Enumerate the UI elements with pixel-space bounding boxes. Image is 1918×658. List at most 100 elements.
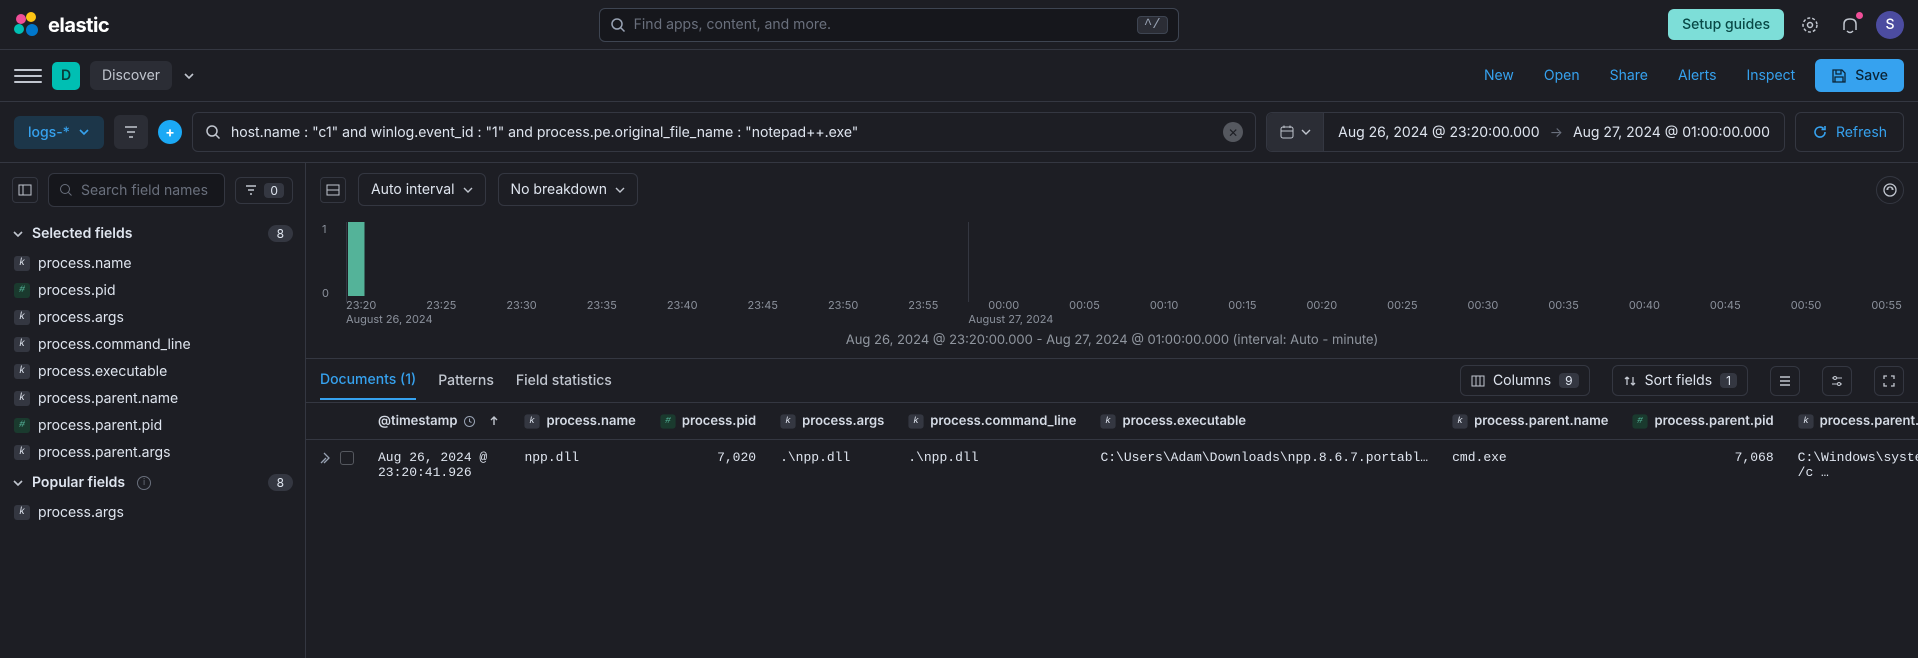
table-header-parent-pid[interactable]: #process.parent.pid bbox=[1620, 403, 1785, 440]
sliders-icon bbox=[1830, 374, 1844, 388]
documents-table: @timestamp kprocess.name #process.pid kp… bbox=[306, 402, 1918, 658]
expand-row-icon[interactable] bbox=[318, 450, 334, 466]
add-filter-button[interactable]: + bbox=[158, 115, 182, 149]
help-icon[interactable] bbox=[1796, 11, 1824, 39]
tab-field-statistics[interactable]: Field statistics bbox=[516, 362, 612, 399]
setup-guides-button[interactable]: Setup guides bbox=[1668, 9, 1784, 40]
sort-fields-button[interactable]: Sort fields 1 bbox=[1612, 365, 1748, 396]
tab-patterns[interactable]: Patterns bbox=[438, 362, 494, 399]
histogram-gridline bbox=[968, 222, 969, 302]
table-header-timestamp[interactable]: @timestamp bbox=[366, 403, 512, 440]
refresh-icon bbox=[1812, 124, 1828, 140]
field-search-input[interactable]: Search field names bbox=[48, 173, 225, 207]
x-tick: 00:45 bbox=[1710, 298, 1741, 312]
elastic-logo[interactable]: elastic bbox=[14, 12, 109, 38]
table-header-process-cmdline[interactable]: kprocess.command_line bbox=[896, 403, 1088, 440]
user-avatar[interactable]: S bbox=[1876, 11, 1904, 39]
columns-button[interactable]: Columns 9 bbox=[1460, 365, 1590, 396]
sort-count: 1 bbox=[1720, 373, 1737, 388]
field-item[interactable]: #process.parent.pid bbox=[6, 412, 299, 439]
selected-fields-list: kprocess.name#process.pidkprocess.argskp… bbox=[0, 250, 305, 466]
clear-query-button[interactable]: ✕ bbox=[1223, 122, 1243, 142]
table-header-parent-args[interactable]: kprocess.parent.args bbox=[1786, 403, 1918, 440]
inspect-button[interactable]: Inspect bbox=[1736, 61, 1805, 90]
filter-button[interactable] bbox=[114, 115, 148, 149]
chevron-down-icon bbox=[1301, 127, 1311, 137]
time-picker[interactable]: Aug 26, 2024 @ 23:20:00.000 → Aug 27, 20… bbox=[1266, 112, 1785, 152]
th-timestamp-label: @timestamp bbox=[378, 413, 457, 429]
data-view-selector[interactable]: logs-* bbox=[14, 116, 104, 149]
field-item[interactable]: kprocess.name bbox=[6, 250, 299, 277]
table-row[interactable]: Aug 26, 2024 @ 23:20:41.926npp.dll7,020.… bbox=[306, 440, 1918, 491]
query-input[interactable]: host.name : "c1" and winlog.event_id : "… bbox=[192, 112, 1256, 152]
table-header-parent-name[interactable]: kprocess.parent.name bbox=[1440, 403, 1620, 440]
sidebar-head: Search field names 0 bbox=[0, 163, 305, 217]
selected-fields-title: Selected fields bbox=[32, 225, 132, 242]
field-item[interactable]: kprocess.executable bbox=[6, 358, 299, 385]
info-icon[interactable]: i bbox=[137, 476, 151, 490]
collapse-sidebar-button[interactable] bbox=[12, 177, 38, 203]
x-sublabel-left: August 26, 2024 bbox=[346, 312, 433, 326]
field-name: process.executable bbox=[38, 363, 167, 380]
alerts-button[interactable]: Alerts bbox=[1668, 61, 1727, 90]
field-item[interactable]: kprocess.parent.name bbox=[6, 385, 299, 412]
selected-fields-header[interactable]: Selected fields 8 bbox=[0, 217, 305, 250]
panel-icon bbox=[18, 183, 32, 197]
tab-documents[interactable]: Documents (1) bbox=[320, 361, 416, 400]
x-tick: 00:40 bbox=[1629, 298, 1660, 312]
newsfeed-icon[interactable] bbox=[1836, 11, 1864, 39]
y-tick-1: 1 bbox=[322, 222, 326, 236]
open-button[interactable]: Open bbox=[1534, 61, 1590, 90]
table-header-process-name[interactable]: kprocess.name bbox=[512, 403, 647, 440]
table-cell: C:\Windows\system32\cmd.exe /c … bbox=[1786, 440, 1918, 491]
save-button[interactable]: Save bbox=[1815, 59, 1904, 92]
popular-fields-title: Popular fields bbox=[32, 474, 125, 491]
histogram-controls: Auto interval No breakdown bbox=[306, 163, 1918, 216]
search-icon bbox=[205, 124, 221, 140]
fullscreen-button[interactable] bbox=[1874, 366, 1904, 396]
table-header-controls bbox=[306, 403, 366, 440]
content-column: Auto interval No breakdown 1 0 23:2023:2… bbox=[306, 163, 1918, 658]
global-search-input[interactable]: Find apps, content, and more. ^/ bbox=[599, 8, 1179, 42]
table-header-process-exec[interactable]: kprocess.executable bbox=[1088, 403, 1440, 440]
app-chevron-down-icon[interactable] bbox=[182, 69, 196, 83]
nav-toggle-button[interactable] bbox=[14, 62, 42, 90]
fields-sidebar: Search field names 0 Selected fields 8 k… bbox=[0, 163, 306, 658]
number-type-icon: # bbox=[14, 418, 30, 433]
table-header-process-pid[interactable]: #process.pid bbox=[648, 403, 768, 440]
save-icon bbox=[1831, 68, 1847, 84]
histogram-chart[interactable]: 1 0 23:2023:2523:3023:3523:4023:4523:502… bbox=[306, 216, 1918, 326]
field-name: process.args bbox=[38, 309, 124, 326]
share-button[interactable]: Share bbox=[1600, 61, 1658, 90]
field-item[interactable]: kprocess.args bbox=[6, 499, 299, 526]
settings-button[interactable] bbox=[1822, 366, 1852, 396]
display-options-button[interactable] bbox=[1770, 366, 1800, 396]
field-name: process.name bbox=[38, 255, 132, 272]
table-cell: Aug 26, 2024 @ 23:20:41.926 bbox=[366, 440, 512, 491]
new-button[interactable]: New bbox=[1474, 61, 1524, 90]
breakdown-select[interactable]: No breakdown bbox=[498, 173, 638, 206]
field-item[interactable]: kprocess.command_line bbox=[6, 331, 299, 358]
query-bar: logs-* + host.name : "c1" and winlog.eve… bbox=[0, 102, 1918, 163]
chevron-down-icon bbox=[12, 228, 24, 240]
time-picker-toggle[interactable] bbox=[1267, 113, 1324, 151]
field-filter-button[interactable]: 0 bbox=[235, 177, 293, 204]
row-checkbox[interactable] bbox=[340, 451, 354, 465]
popular-fields-header[interactable]: Popular fields i 8 bbox=[0, 466, 305, 499]
field-item[interactable]: kprocess.args bbox=[6, 304, 299, 331]
sort-asc-icon[interactable] bbox=[488, 415, 500, 427]
field-name: process.pid bbox=[38, 282, 116, 299]
interval-select[interactable]: Auto interval bbox=[358, 173, 486, 206]
save-visualization-button[interactable] bbox=[1876, 176, 1904, 204]
field-item[interactable]: kprocess.parent.args bbox=[6, 439, 299, 466]
filter-icon bbox=[123, 124, 139, 140]
result-tabs: Documents (1) Patterns Field statistics … bbox=[306, 358, 1918, 402]
table-header-process-args[interactable]: kprocess.args bbox=[768, 403, 896, 440]
app-name-pill[interactable]: Discover bbox=[90, 61, 172, 90]
x-tick: 23:25 bbox=[426, 298, 456, 312]
app-icon: D bbox=[52, 62, 80, 90]
table-body: Aug 26, 2024 @ 23:20:41.926npp.dll7,020.… bbox=[306, 440, 1918, 491]
field-item[interactable]: #process.pid bbox=[6, 277, 299, 304]
histogram-layout-button[interactable] bbox=[320, 177, 346, 203]
refresh-button[interactable]: Refresh bbox=[1795, 112, 1904, 152]
